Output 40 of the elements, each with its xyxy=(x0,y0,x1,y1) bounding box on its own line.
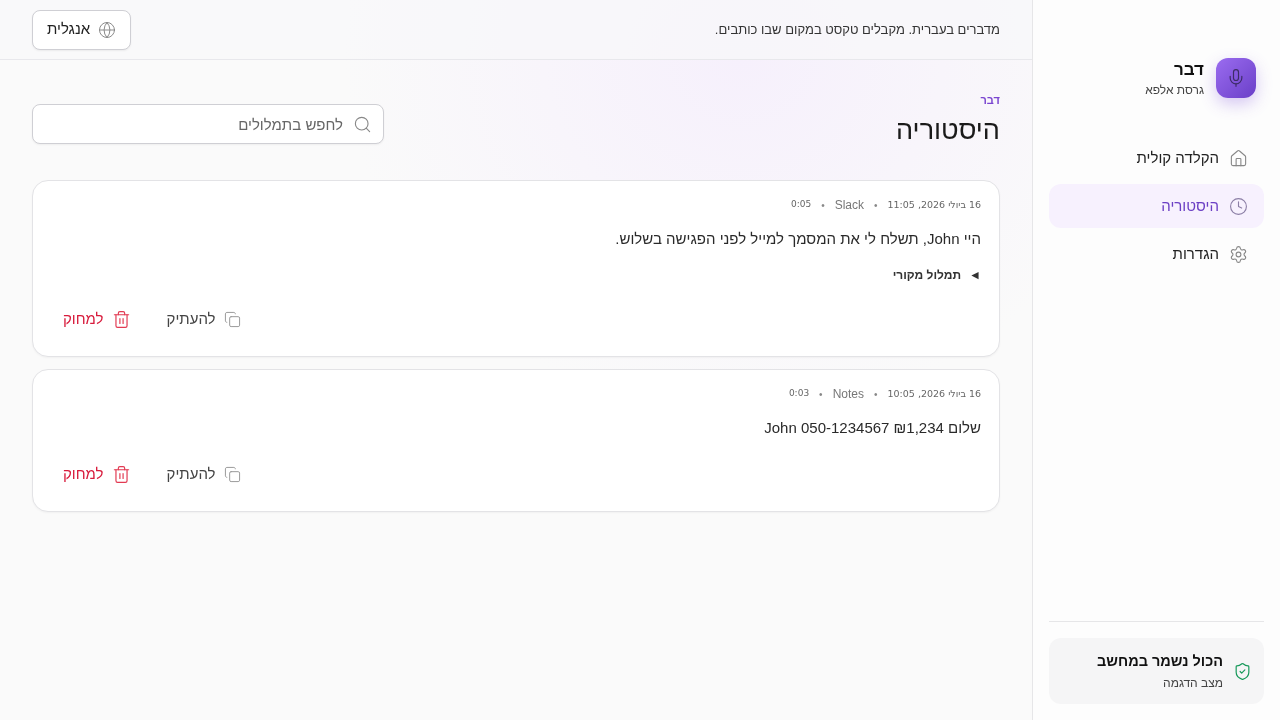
privacy-subtitle: מצב הדגמה xyxy=(1162,675,1223,691)
bullet-separator: • xyxy=(874,387,878,402)
transcript-date: 16 ביולי 2026, 10:05 xyxy=(887,386,981,401)
original-transcript-toggle[interactable]: ◄ תמלול מקורי xyxy=(892,263,981,287)
globe-icon xyxy=(98,20,117,39)
trash-icon xyxy=(111,309,131,329)
search-icon xyxy=(353,115,372,134)
shield-check-icon xyxy=(1233,661,1252,681)
bullet-separator: • xyxy=(821,198,825,213)
copy-icon xyxy=(223,465,241,483)
app-logo-icon xyxy=(1216,58,1256,98)
transcript-duration: 0:05 xyxy=(790,198,812,212)
delete-button[interactable]: למחוק xyxy=(51,301,143,337)
transcript-text: שלום ₪1,234 050-1234567 John xyxy=(763,418,981,438)
search-field[interactable]: לחפש בתמלולים xyxy=(32,104,384,144)
privacy-title: הכול נשמר במחשב xyxy=(1097,652,1223,671)
bullet-separator: • xyxy=(874,198,878,213)
transcript-duration: 0:03 xyxy=(788,387,810,401)
sidebar-nav-item[interactable]: הגדרות xyxy=(1049,232,1264,276)
app-version: גרסת אלפא xyxy=(1145,82,1204,98)
app-name: דבר xyxy=(1172,59,1204,81)
source-app-name: Slack xyxy=(834,197,864,214)
copy-button[interactable]: להעתיק xyxy=(154,456,253,492)
copy-icon xyxy=(223,310,241,328)
clock-icon xyxy=(1229,196,1248,216)
tagline: מדברים בעברית. מקבלים טקסט במקום שבו כותבים. xyxy=(714,20,1000,39)
page-eyebrow: דבר xyxy=(979,93,1000,108)
settings-icon xyxy=(1229,244,1248,264)
source-app-name: Notes xyxy=(832,386,864,403)
language-button[interactable]: אנגלית xyxy=(32,9,132,50)
home-icon xyxy=(1229,148,1248,168)
delete-button[interactable]: למחוק xyxy=(51,456,143,492)
copy-button[interactable]: להעתיק xyxy=(154,301,253,337)
sidebar-nav-item[interactable]: היסטוריה xyxy=(1049,184,1264,228)
bullet-separator: • xyxy=(819,387,823,402)
transcript-date: 16 ביולי 2026, 11:05 xyxy=(887,197,981,212)
page-title: היסטוריה xyxy=(896,114,1000,146)
trash-icon xyxy=(111,464,131,484)
sidebar-nav-item[interactable]: הקלדה קולית xyxy=(1049,136,1264,180)
transcript-text: היי John, תשלח לי את המסמך למייל לפני הפגישה בשלוש. xyxy=(614,229,981,249)
